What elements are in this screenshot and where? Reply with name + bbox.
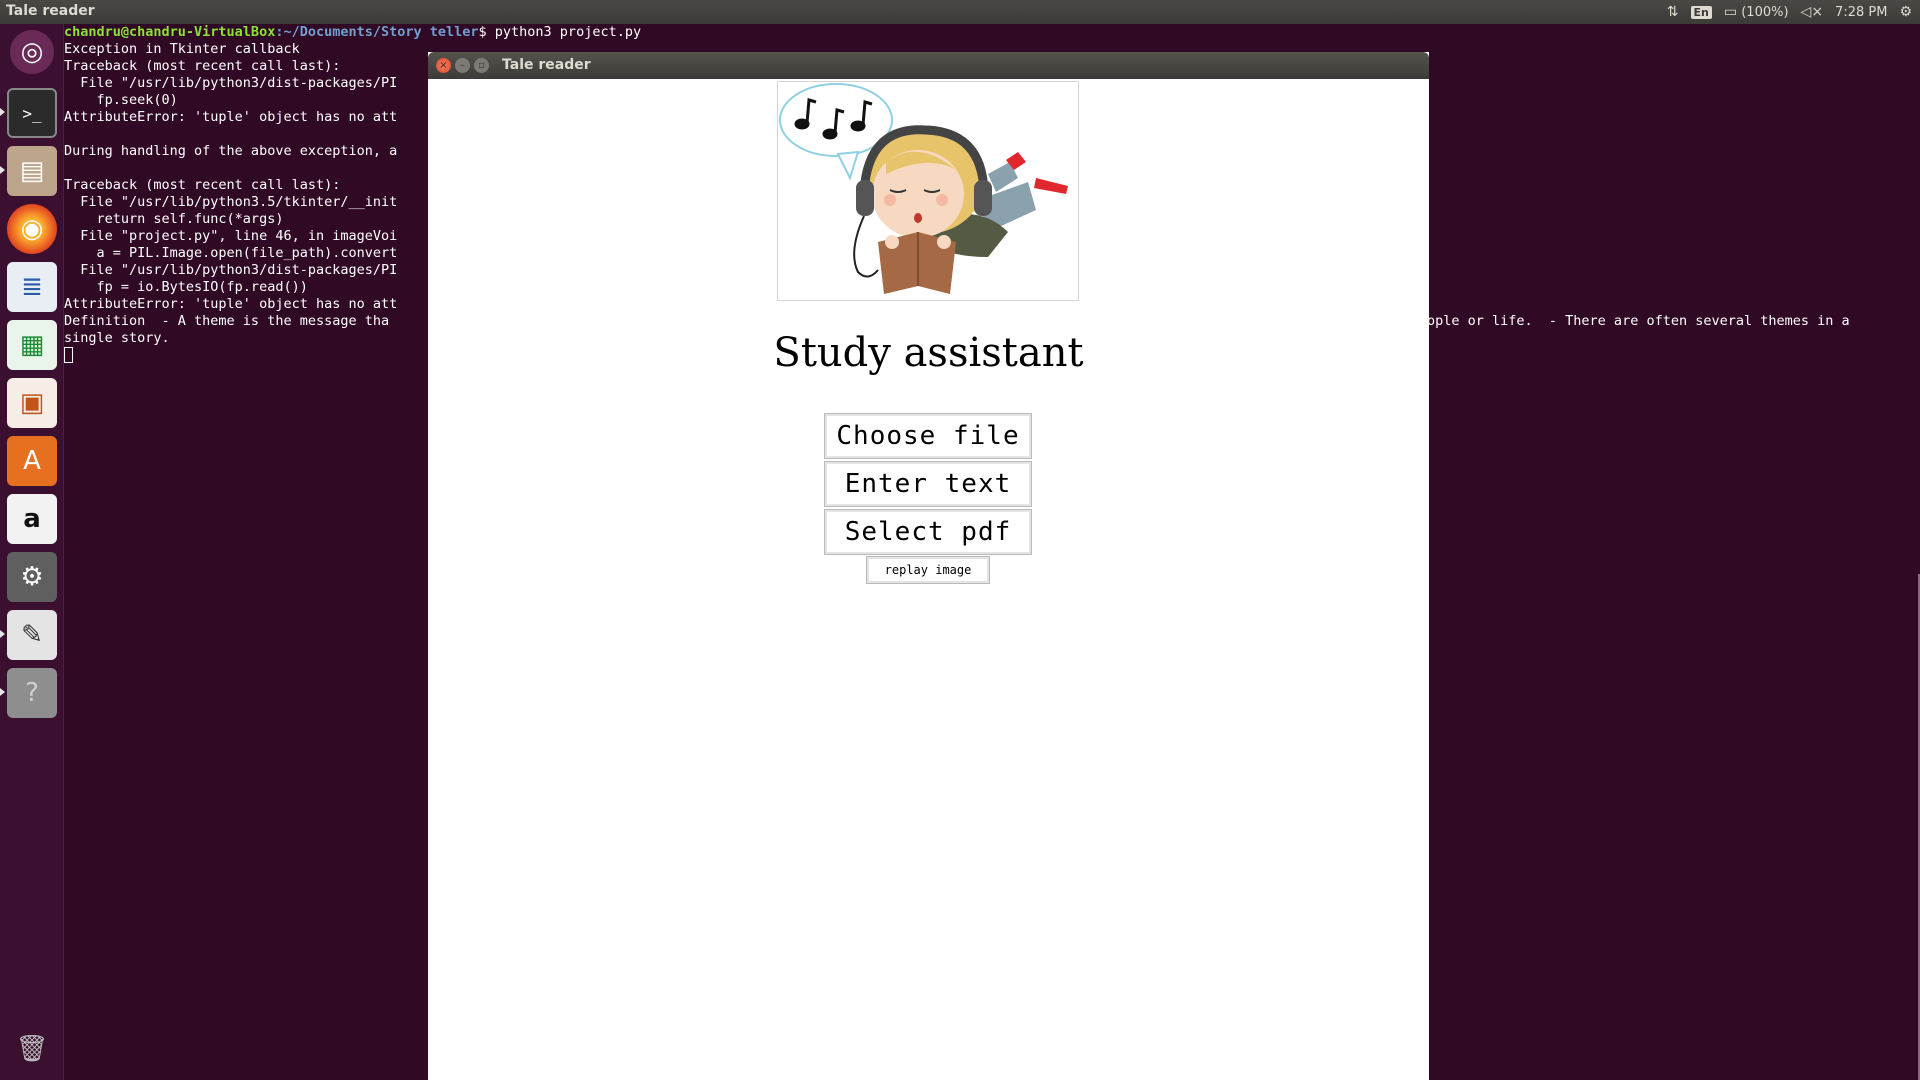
window-title: Tale reader xyxy=(502,57,591,73)
minimize-icon[interactable]: – xyxy=(455,58,470,73)
help-icon[interactable]: ? xyxy=(7,668,57,718)
prompt-user: chandru@chandru-VirtualBox xyxy=(64,24,276,40)
girl-listening-music-illustration xyxy=(779,83,1068,294)
terminal-cursor xyxy=(64,347,73,363)
libreoffice-impress-icon[interactable]: ▣ xyxy=(7,378,57,428)
running-indicator xyxy=(0,688,5,696)
gear-icon[interactable]: ⚙ xyxy=(1899,4,1912,20)
launcher: ◎ >_ ▤ ◉ ≣ ▦ ▣ A a ⚙ ✎ ? 🗑 xyxy=(0,24,64,1080)
libreoffice-writer-icon[interactable]: ≣ xyxy=(7,262,57,312)
running-indicator xyxy=(0,166,5,174)
files-icon[interactable]: ▤ xyxy=(7,146,57,196)
choose-file-button[interactable]: Choose file xyxy=(824,413,1032,459)
battery-icon: ▭ xyxy=(1723,4,1738,20)
clock[interactable]: 7:28 PM xyxy=(1835,5,1887,20)
amazon-icon[interactable]: a xyxy=(7,494,57,544)
terminal-line-tail: ople or life. - There are often several … xyxy=(1427,313,1850,329)
girl-listening-music-image xyxy=(777,81,1079,301)
battery-percent: (100%) xyxy=(1741,5,1789,20)
select-pdf-button[interactable]: Select pdf xyxy=(824,509,1032,555)
replay-image-button[interactable]: replay image xyxy=(866,556,990,584)
tale-reader-window: × – ▫ Tale reader Study assistant Choose… xyxy=(428,52,1429,1080)
page-title: Study assistant xyxy=(773,330,1084,376)
window-titlebar[interactable]: × – ▫ Tale reader xyxy=(428,52,1429,79)
trash-icon[interactable]: 🗑 xyxy=(7,1024,57,1074)
terminal-icon[interactable]: >_ xyxy=(7,88,57,138)
terminal-icon-glyph: >_ xyxy=(22,103,42,123)
prompt-command: $ python3 project.py xyxy=(478,24,642,40)
enter-text-button[interactable]: Enter text xyxy=(824,461,1032,507)
battery-indicator[interactable]: ▭ (100%) xyxy=(1724,4,1789,20)
terminal-line-text: Definition - A theme is the message tha xyxy=(64,313,390,329)
maximize-icon[interactable]: ▫ xyxy=(474,58,489,73)
firefox-icon[interactable]: ◉ xyxy=(7,204,57,254)
terminal-prompt-line: chandru@chandru-VirtualBox:~/Documents/S… xyxy=(64,24,1920,41)
top-panel: Tale reader ⇅ En ▭ (100%) ◁× 7:28 PM ⚙ xyxy=(0,0,1920,24)
active-app-title: Tale reader xyxy=(6,3,95,19)
running-indicator xyxy=(0,630,5,638)
close-icon[interactable]: × xyxy=(436,58,451,73)
keyboard-layout-indicator[interactable]: En xyxy=(1690,5,1712,19)
help-icon-glyph: ? xyxy=(25,678,39,708)
volume-muted-icon[interactable]: ◁× xyxy=(1801,4,1824,20)
libreoffice-calc-icon[interactable]: ▦ xyxy=(7,320,57,370)
dash-home-icon[interactable]: ◎ xyxy=(10,30,54,74)
prompt-path: :~/Documents/Story teller xyxy=(275,24,479,40)
running-indicator xyxy=(0,108,5,116)
system-tray: ⇅ En ▭ (100%) ◁× 7:28 PM ⚙ xyxy=(1667,0,1920,24)
amazon-icon-glyph: a xyxy=(23,504,41,534)
network-icon[interactable]: ⇅ xyxy=(1667,4,1679,20)
system-settings-icon[interactable]: ⚙ xyxy=(7,552,57,602)
software-center-icon[interactable]: A xyxy=(7,436,57,486)
text-editor-icon[interactable]: ✎ xyxy=(7,610,57,660)
